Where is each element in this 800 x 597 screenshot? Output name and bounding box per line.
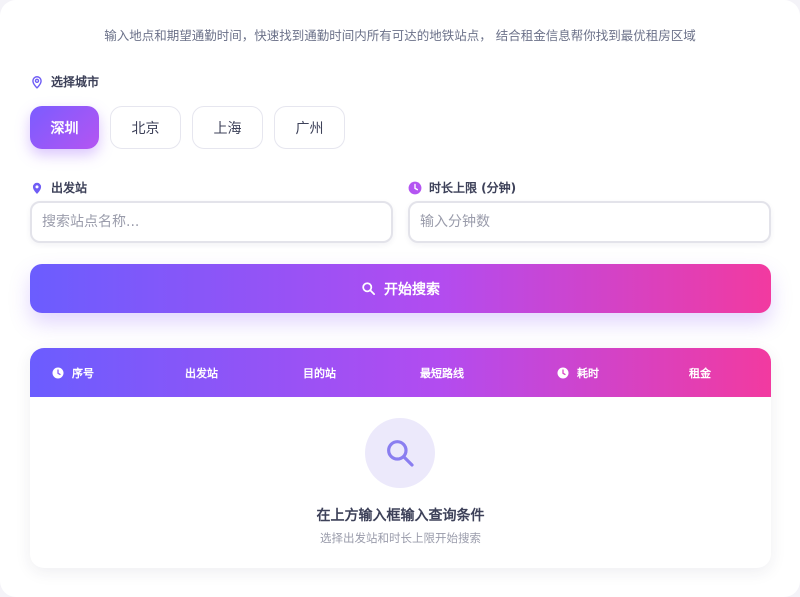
column-header-index: 序号 [52,348,94,397]
clock-icon [52,367,72,379]
empty-state-title: 在上方输入框输入查询条件 [316,508,485,524]
column-header-destination: 目的站 [303,366,336,380]
column-header-rent: 租金 [689,366,711,380]
city-button-shenzhen[interactable]: 深圳 [30,106,99,149]
app-card: 输入地点和期望通勤时间，快速找到通勤时间内所有可达的地铁站点， 结合租金信息帮你… [0,0,800,597]
column-header-route: 最短路线 [420,366,464,380]
search-icon [361,281,376,296]
table-header: 序号 出发站 目的站 最短路线 耗时 租金 [30,348,771,397]
search-button[interactable]: 开始搜索 [30,264,771,313]
location-pin-outline-icon [30,75,44,89]
city-selector: 深圳 北京 上海 广州 [30,106,345,149]
clock-icon [408,181,422,195]
city-section-label: 选择城市 [30,73,99,90]
time-limit-label: 时长上限 (分钟) [408,179,516,196]
time-limit-input[interactable] [408,201,771,243]
city-button-shanghai[interactable]: 上海 [192,106,263,149]
column-header-start: 出发站 [185,366,218,380]
time-limit-label-text: 时长上限 (分钟) [429,181,517,195]
start-station-label: 出发站 [30,179,87,196]
start-station-label-text: 出发站 [51,181,88,195]
city-button-beijing[interactable]: 北京 [110,106,181,149]
clock-icon [557,367,577,379]
start-station-input[interactable] [30,201,393,243]
empty-state-badge [365,418,435,488]
city-button-guangzhou[interactable]: 广州 [274,106,345,149]
results-table: 序号 出发站 目的站 最短路线 耗时 租金 在上方输入框输入查询条件 选择出发站… [30,348,771,568]
empty-state-subtitle: 选择出发站和时长上限开始搜索 [320,531,481,545]
page-subtitle: 输入地点和期望通勤时间，快速找到通勤时间内所有可达的地铁站点， 结合租金信息帮你… [104,28,696,43]
search-icon [384,437,416,469]
column-header-duration: 耗时 [557,348,599,397]
location-pin-filled-icon [30,181,44,195]
search-button-label: 开始搜索 [384,280,440,297]
city-section-label-text: 选择城市 [51,75,100,89]
